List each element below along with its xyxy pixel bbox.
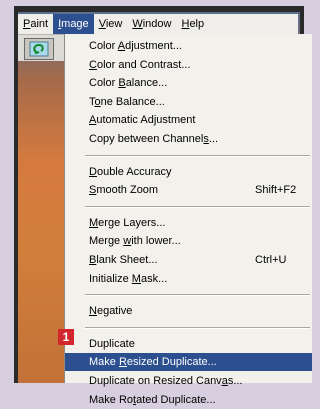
menu-item-label: Automatic Adjustment [89,114,196,127]
menu-item-shortcut: Shift+F2 [255,184,297,197]
menu-window[interactable]: Window [127,18,176,30]
menu-item-copy-between-channels[interactable]: Copy between Channels... [65,130,312,148]
menu-item-label: Duplicate on Resized Canvas... [89,375,243,387]
menu-item-tone-balance[interactable]: Tone Balance... [65,93,312,111]
menu-item-label: Tone Balance... [89,95,165,108]
menu-item-label: Color and Contrast... [89,58,191,71]
menu-help[interactable]: Help [176,18,209,30]
menu-bar: Paint Image View Window Help [18,14,298,35]
menu-item-label: Merge Layers... [89,216,166,229]
menu-item-color-adjustment[interactable]: Color Adjustment... [65,37,312,55]
menu-paint[interactable]: Paint [18,18,53,30]
toolbar [18,35,65,61]
menu-item-label: Copy between Channels... [89,133,219,145]
menu-separator [85,294,310,297]
menu-item-label: Merge with lower... [89,235,181,248]
menu-item-label: Smooth Zoom [89,184,159,197]
rotate-arrow-icon[interactable] [24,38,54,60]
menu-separator [85,154,310,157]
menu-item-blank-sheet[interactable]: Blank Sheet... Ctrl+U [65,251,312,269]
menu-item-make-resized-duplicate[interactable]: Make Resized Duplicate... [65,353,312,372]
menu-item-negative[interactable]: Negative [65,302,312,320]
menu-item-smooth-zoom[interactable]: Smooth Zoom Shift+F2 [65,181,312,199]
image-menu-dropdown: Color Adjustment... Color and Contrast...… [64,34,312,406]
menu-item-label: Double Accuracy [89,165,172,178]
menu-image[interactable]: Image [53,14,94,34]
menu-separator [85,326,310,329]
step-number-badge: 1 [58,329,74,345]
menu-item-label: Color Balance... [89,77,168,90]
menu-item-label: Initialize Mask... [89,272,168,285]
menu-item-color-balance[interactable]: Color Balance... [65,74,312,92]
menu-item-label: Make Resized Duplicate... [89,356,217,369]
menu-item-label: Make Rotated Duplicate... [89,393,216,406]
menu-item-merge-with-lower[interactable]: Merge with lower... [65,232,312,250]
menu-item-double-accuracy[interactable]: Double Accuracy [65,163,312,181]
menu-item-automatic-adjustment[interactable]: Automatic Adjustment [65,111,312,129]
menu-item-label: Blank Sheet... [89,254,158,266]
menu-item-label: Color Adjustment... [89,40,182,52]
menu-item-label: Duplicate [89,337,135,350]
menu-item-color-and-contrast[interactable]: Color and Contrast... [65,56,312,74]
menu-item-shortcut: Ctrl+U [255,254,287,266]
menu-separator [85,205,310,208]
menu-item-duplicate[interactable]: Duplicate [65,335,312,353]
menu-item-merge-layers[interactable]: Merge Layers... [65,214,312,232]
menu-item-label: Negative [89,305,133,318]
menu-item-make-rotated-duplicate[interactable]: Make Rotated Duplicate... [65,391,312,409]
menu-item-duplicate-on-resized-canvas[interactable]: Duplicate on Resized Canvas... [65,372,312,390]
menu-view[interactable]: View [94,18,128,30]
menu-item-initialize-mask[interactable]: Initialize Mask... [65,270,312,288]
